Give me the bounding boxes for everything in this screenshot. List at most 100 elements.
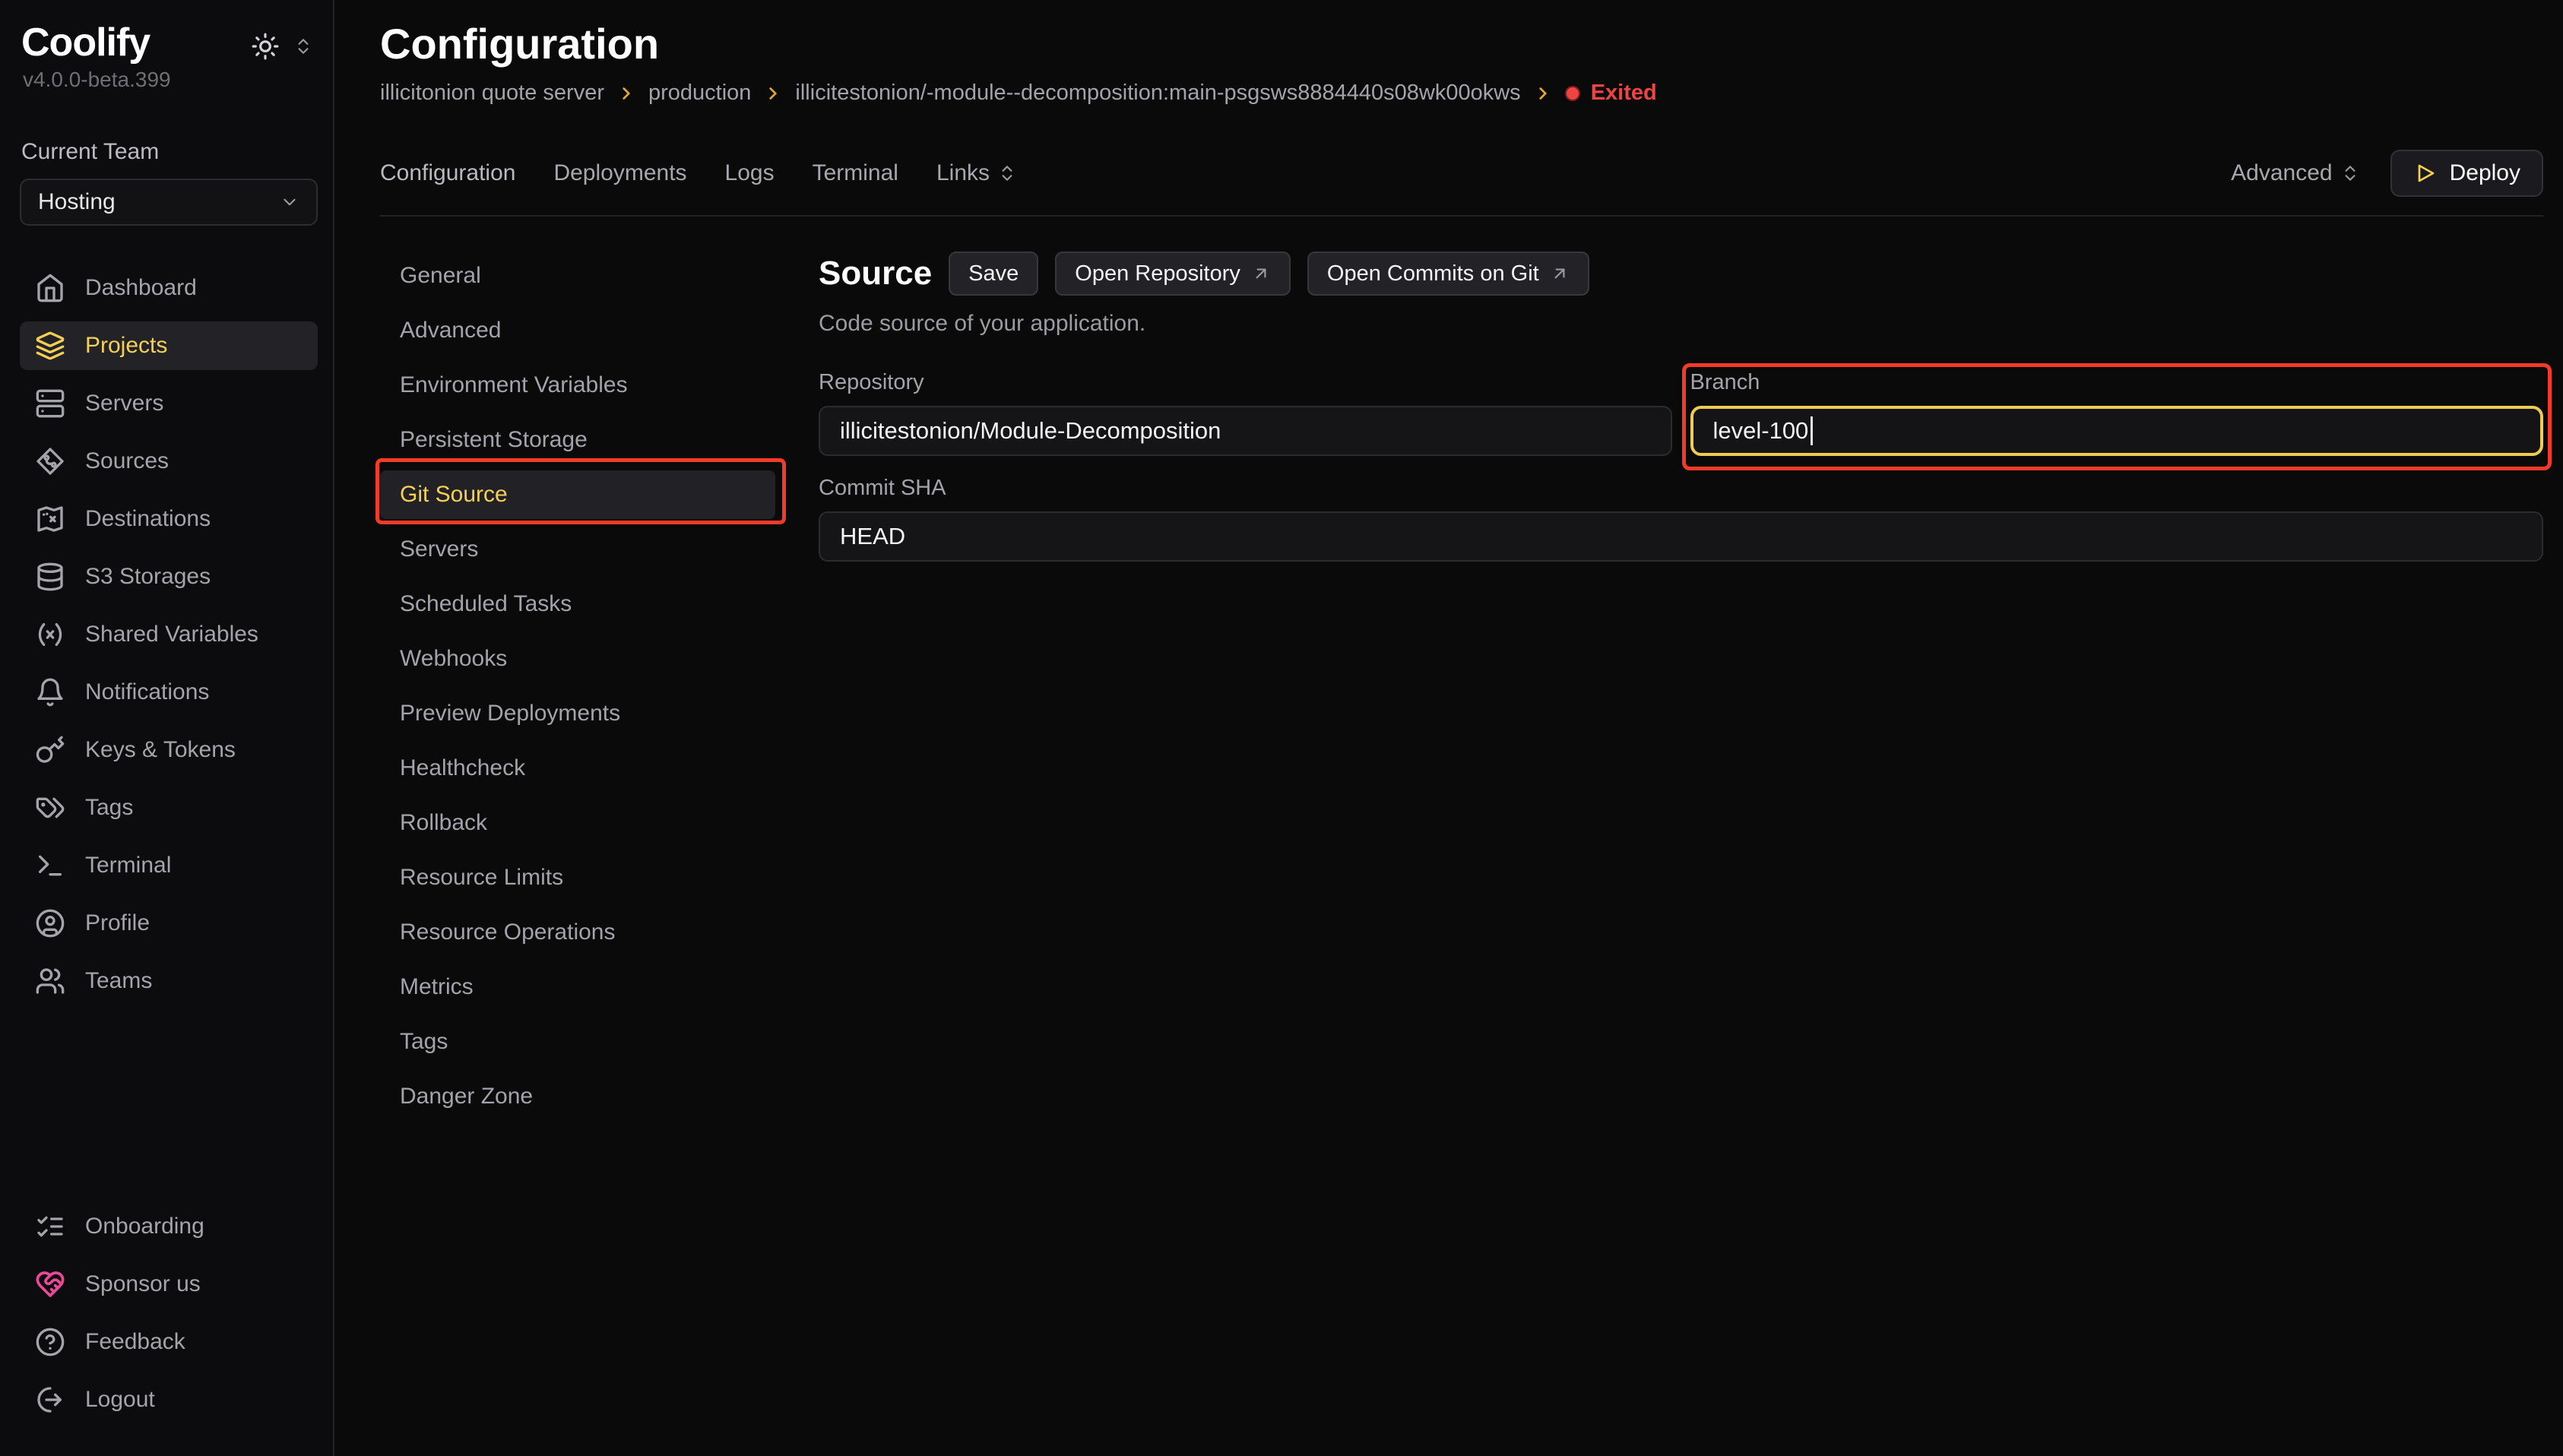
map-x-icon: [35, 504, 65, 534]
subnav-item-servers[interactable]: Servers: [380, 525, 775, 574]
sidebar-item-label: Notifications: [85, 679, 209, 705]
breadcrumb-project[interactable]: illicitonion quote server: [380, 81, 604, 106]
source-section: Source Save Open Repository Open Commits…: [819, 252, 2543, 1456]
logout-icon: [35, 1385, 65, 1415]
subnav-item-danger-zone[interactable]: Danger Zone: [380, 1072, 775, 1121]
sidebar-item-onboarding[interactable]: Onboarding: [20, 1202, 318, 1251]
subnav-item-git-source[interactable]: Git Source: [380, 470, 775, 519]
chevrons-up-down-icon[interactable]: [293, 36, 313, 56]
config-subnav: General Advanced Environment Variables P…: [380, 252, 775, 1456]
advanced-dropdown[interactable]: Advanced: [2231, 160, 2359, 186]
current-team-label: Current Team: [20, 139, 318, 165]
sidebar-item-projects[interactable]: Projects: [20, 321, 318, 370]
sidebar-item-notifications[interactable]: Notifications: [20, 668, 318, 717]
sidebar-item-servers[interactable]: Servers: [20, 379, 318, 428]
content: General Advanced Environment Variables P…: [380, 252, 2543, 1456]
checklist-icon: [35, 1211, 65, 1242]
server-icon: [35, 388, 65, 419]
breadcrumb-application[interactable]: illicitestonion/-module--decomposition:m…: [795, 81, 1520, 106]
subnav-item-persistent-storage[interactable]: Persistent Storage: [380, 416, 775, 464]
chevron-right-icon: [616, 84, 636, 103]
tab-terminal[interactable]: Terminal: [813, 160, 898, 186]
sidebar-item-s3-storages[interactable]: S3 Storages: [20, 552, 318, 601]
commit-sha-field: Commit SHA: [819, 476, 2543, 562]
status-badge: Exited: [1565, 81, 1657, 106]
sidebar-item-sources[interactable]: Sources: [20, 437, 318, 486]
tags-icon: [35, 793, 65, 823]
sidebar-item-terminal[interactable]: Terminal: [20, 841, 318, 890]
sidebar-item-label: Keys & Tokens: [85, 737, 236, 763]
subnav-item-general[interactable]: General: [380, 252, 775, 300]
deploy-button[interactable]: Deploy: [2390, 150, 2543, 197]
subnav-item-advanced[interactable]: Advanced: [380, 306, 775, 355]
open-commits-button[interactable]: Open Commits on Git: [1307, 252, 1589, 296]
section-description: Code source of your application.: [819, 311, 2543, 337]
tab-actions: Advanced Deploy: [2231, 150, 2543, 197]
tabs: Configuration Deployments Logs Terminal …: [380, 160, 1017, 186]
external-link-icon: [1550, 264, 1570, 283]
parentheses-x-icon: [35, 619, 65, 650]
breadcrumb-environment[interactable]: production: [648, 81, 751, 106]
chevron-down-icon: [280, 192, 299, 212]
sidebar-item-label: Profile: [85, 910, 150, 936]
team-select[interactable]: Hosting: [20, 179, 318, 226]
save-button[interactable]: Save: [949, 252, 1038, 296]
external-link-icon: [1251, 264, 1271, 283]
sidebar-item-keys-tokens[interactable]: Keys & Tokens: [20, 726, 318, 774]
status-dot: [1565, 86, 1580, 101]
sidebar-footer-nav: Onboarding Sponsor us Feedback Logout: [20, 1202, 318, 1433]
main-area: Configuration illicitonion quote server …: [334, 0, 2563, 1456]
repository-field: Repository: [819, 370, 1672, 456]
subnav-item-environment-variables[interactable]: Environment Variables: [380, 361, 775, 410]
chevron-right-icon: [1533, 84, 1553, 103]
sidebar-item-profile[interactable]: Profile: [20, 899, 318, 948]
subnav-item-preview-deployments[interactable]: Preview Deployments: [380, 689, 775, 738]
branch-label: Branch: [1690, 370, 2544, 395]
sidebar-item-label: Destinations: [85, 506, 211, 532]
commit-sha-label: Commit SHA: [819, 476, 2543, 501]
subnav-item-resource-operations[interactable]: Resource Operations: [380, 908, 775, 957]
tab-logs[interactable]: Logs: [725, 160, 775, 186]
sidebar-item-destinations[interactable]: Destinations: [20, 495, 318, 543]
tabbar: Configuration Deployments Logs Terminal …: [380, 150, 2543, 217]
subnav-item-webhooks[interactable]: Webhooks: [380, 635, 775, 683]
home-icon: [35, 273, 65, 303]
sidebar-item-logout[interactable]: Logout: [20, 1375, 318, 1424]
help-circle-icon: [35, 1327, 65, 1357]
sidebar-item-sponsor-us[interactable]: Sponsor us: [20, 1260, 318, 1309]
subnav-item-rollback[interactable]: Rollback: [380, 799, 775, 847]
tab-configuration[interactable]: Configuration: [380, 160, 515, 186]
heart-handshake-icon: [35, 1269, 65, 1299]
subnav-item-resource-limits[interactable]: Resource Limits: [380, 853, 775, 902]
subnav-item-tags[interactable]: Tags: [380, 1018, 775, 1066]
subnav-item-metrics[interactable]: Metrics: [380, 963, 775, 1011]
repository-input[interactable]: [819, 406, 1672, 456]
branch-input[interactable]: level-100: [1690, 406, 2544, 456]
chevrons-up-down-icon: [997, 163, 1017, 183]
commit-sha-input[interactable]: [819, 511, 2543, 562]
sidebar-item-label: Servers: [85, 391, 163, 416]
sidebar-item-label: Onboarding: [85, 1214, 204, 1239]
tab-deployments[interactable]: Deployments: [553, 160, 686, 186]
open-repository-button[interactable]: Open Repository: [1055, 252, 1291, 296]
sidebar-item-label: Feedback: [85, 1329, 185, 1355]
sidebar-item-tags[interactable]: Tags: [20, 783, 318, 832]
app-version: v4.0.0-beta.399: [21, 68, 171, 92]
subnav-item-scheduled-tasks[interactable]: Scheduled Tasks: [380, 580, 775, 628]
sun-icon[interactable]: [251, 32, 280, 61]
sidebar-item-teams[interactable]: Teams: [20, 957, 318, 1005]
user-circle-icon: [35, 908, 65, 938]
section-title: Source: [819, 255, 932, 293]
repository-label: Repository: [819, 370, 1672, 395]
sidebar-item-label: S3 Storages: [85, 564, 211, 590]
team-select-value: Hosting: [38, 189, 116, 215]
tab-links[interactable]: Links: [936, 160, 1017, 186]
key-icon: [35, 735, 65, 765]
git-diamond-icon: [35, 446, 65, 476]
app-root: Coolify v4.0.0-beta.399 Current Team Hos…: [0, 0, 2563, 1456]
sidebar-item-feedback[interactable]: Feedback: [20, 1318, 318, 1366]
sidebar-item-shared-variables[interactable]: Shared Variables: [20, 610, 318, 659]
subnav-item-healthcheck[interactable]: Healthcheck: [380, 744, 775, 793]
users-icon: [35, 966, 65, 996]
sidebar-item-dashboard[interactable]: Dashboard: [20, 264, 318, 312]
